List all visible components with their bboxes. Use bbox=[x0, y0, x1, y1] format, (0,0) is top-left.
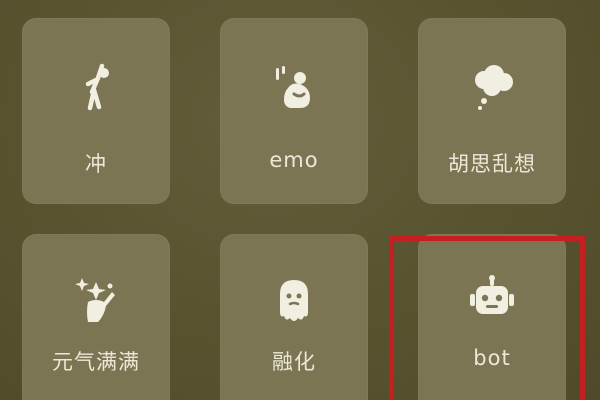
tile-label: 融化 bbox=[272, 350, 316, 374]
status-tile-melting[interactable]: 融化 bbox=[220, 234, 368, 400]
status-grid: 冲 emo 胡思乱想 元气满满 融化 bot bbox=[0, 0, 600, 400]
tile-label: 元气满满 bbox=[52, 350, 140, 374]
tile-label: emo bbox=[269, 148, 319, 172]
robot-head-icon bbox=[464, 272, 520, 328]
tile-label: 冲 bbox=[85, 152, 107, 176]
melting-ghost-icon bbox=[266, 272, 322, 328]
running-person-icon bbox=[68, 60, 124, 116]
status-tile-daydream[interactable]: 胡思乱想 bbox=[418, 18, 566, 204]
status-tile-emo[interactable]: emo bbox=[220, 18, 368, 204]
thought-cloud-icon bbox=[464, 60, 520, 116]
status-tile-energetic[interactable]: 元气满满 bbox=[22, 234, 170, 400]
energetic-sparkle-person-icon bbox=[68, 272, 124, 328]
tile-label: 胡思乱想 bbox=[448, 152, 536, 176]
status-tile-bot[interactable]: bot bbox=[418, 234, 566, 400]
tile-label: bot bbox=[473, 346, 511, 370]
status-tile-rush[interactable]: 冲 bbox=[22, 18, 170, 204]
sad-hugging-knees-icon bbox=[266, 60, 322, 116]
